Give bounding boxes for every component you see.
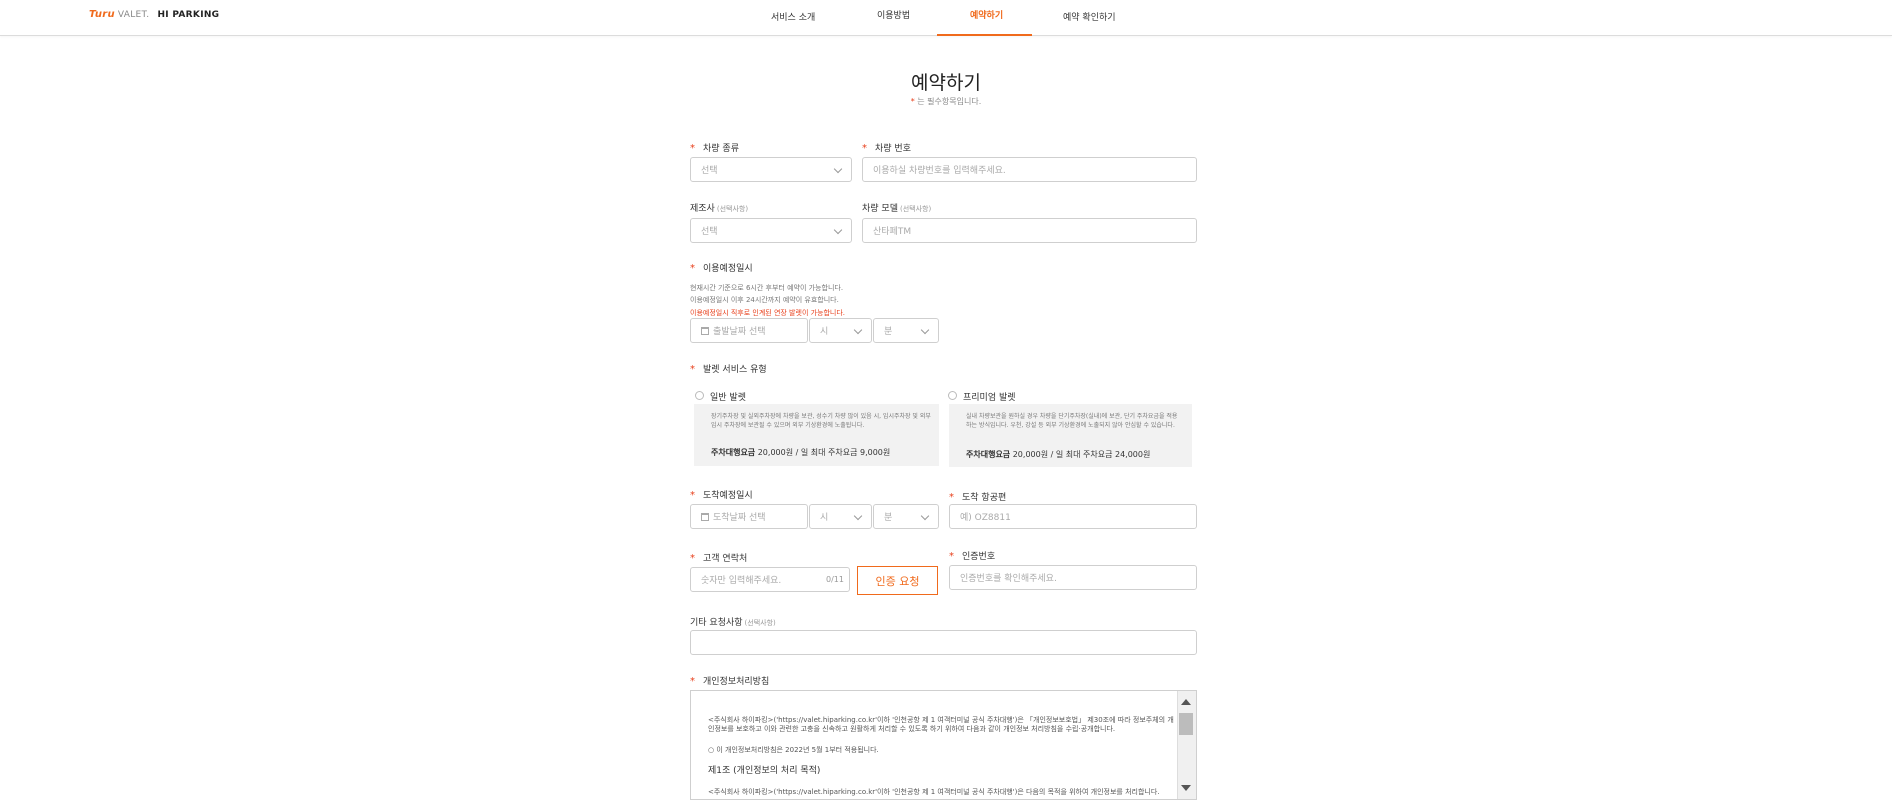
service-normal-price: 주차대행요금 20,000원 / 일 최대 주차요금 9,000원	[711, 448, 891, 457]
service-premium-label[interactable]: 프리미엄 발렛	[963, 390, 1016, 403]
privacy-scrollbar[interactable]	[1177, 691, 1196, 799]
calendar-icon	[701, 512, 709, 521]
privacy-policy-text: <주식회사 하이파킹>('https://valet.hiparking.co.…	[708, 716, 1178, 799]
required-note: * 는 필수항목입니다.	[0, 96, 1892, 107]
flight-label: * 도착 항공편	[949, 492, 1007, 503]
service-normal-box: 장기주차장 및 실외주차장에 차량을 보관, 성수기 차량 많이 있음 시, 임…	[694, 404, 939, 466]
service-normal-label[interactable]: 일반 발렛	[710, 390, 746, 403]
nav-check-reservation[interactable]: 예약 확인하기	[1063, 10, 1116, 23]
arrival-hour-select[interactable]: 시	[809, 504, 872, 529]
auth-code-label: * 인증번호	[949, 551, 996, 562]
logo-valet: VALET.	[117, 10, 150, 20]
vehicle-type-select[interactable]: 선택	[690, 157, 852, 182]
auth-request-button[interactable]: 인증 요청	[857, 566, 938, 595]
calendar-icon	[701, 326, 709, 335]
arrival-date-input[interactable]: 도착날짜 선택	[690, 504, 808, 529]
phone-label: * 고객 연락처	[690, 553, 748, 564]
nav-service-intro[interactable]: 서비스 소개	[771, 10, 815, 23]
auth-code-input[interactable]: 인증번호를 확인해주세요.	[949, 565, 1197, 590]
privacy-para-2: ○ 이 개인정보처리방침은 2022년 5월 1부터 적용됩니다.	[708, 746, 879, 754]
manufacturer-label: 제조사 (선택사항)	[690, 204, 749, 214]
page-title: 예약하기	[911, 72, 981, 94]
scroll-down-arrow-icon[interactable]	[1181, 785, 1191, 791]
logo[interactable]: Turu VALET. HI PARKING	[89, 9, 219, 20]
service-premium-radio[interactable]	[948, 391, 957, 400]
nav-reservation[interactable]: 예약하기	[970, 8, 1003, 21]
scroll-up-arrow-icon[interactable]	[1181, 699, 1191, 705]
service-premium-price: 주차대행요금 20,000원 / 일 최대 주차요금 24,000원	[966, 450, 1151, 459]
scroll-thumb[interactable]	[1179, 713, 1193, 735]
model-input[interactable]: 산타페TM	[862, 218, 1197, 243]
manufacturer-select[interactable]: 선택	[690, 218, 852, 243]
service-premium-box: 실내 차량보관을 원하실 경우 차량을 단기주차장(실내)에 보관, 단기 주차…	[949, 404, 1192, 467]
required-note-text: 는 필수항목입니다.	[914, 97, 982, 106]
privacy-heading-1: 제1조 (개인정보의 처리 목적)	[708, 766, 821, 776]
privacy-policy-box[interactable]: <주식회사 하이파킹>('https://valet.hiparking.co.…	[690, 690, 1197, 800]
service-normal-radio[interactable]	[695, 391, 704, 400]
departure-help-1: 현재시간 기준으로 6시간 후부터 예약이 가능합니다.	[690, 284, 844, 292]
arrival-label: * 도착예정일시	[690, 490, 753, 501]
departure-help-2: 이용예정일시 이후 24시간까지 예약이 유효합니다.	[690, 296, 839, 304]
privacy-label: * 개인정보처리방침	[690, 676, 770, 687]
service-type-label: * 발렛 서비스 유형	[690, 364, 767, 375]
top-header: Turu VALET. HI PARKING 서비스 소개 이용방법 예약하기 예약…	[0, 0, 1892, 36]
logo-brand: Turu	[89, 9, 115, 20]
departure-minute-select[interactable]: 분	[873, 318, 939, 343]
vehicle-number-input[interactable]: 이용하실 차량번호를 입력해주세요.	[862, 157, 1197, 182]
departure-help-warning: 이용예정일시 직후로 인계된 연장 발렛이 가능합니다.	[690, 309, 846, 317]
service-premium-desc: 실내 차량보관을 원하실 경우 차량을 단기주차장(실내)에 보관, 단기 주차…	[966, 413, 1178, 429]
privacy-para-3: <주식회사 하이파킹>('https://valet.hiparking.co.…	[708, 788, 1160, 796]
vehicle-type-label: * 차량 종류	[690, 143, 739, 154]
flight-input[interactable]: 예) OZ8811	[949, 504, 1197, 529]
service-normal-desc: 장기주차장 및 실외주차장에 차량을 보관, 성수기 차량 많이 있음 시, 임…	[711, 413, 931, 429]
arrival-minute-select[interactable]: 분	[873, 504, 939, 529]
departure-label: * 이용예정일시	[690, 263, 753, 274]
requests-label: 기타 요청사항 (선택사항)	[690, 618, 776, 628]
phone-counter: 0/11	[826, 575, 844, 584]
model-label: 차량 모델 (선택사항)	[862, 204, 932, 214]
departure-hour-select[interactable]: 시	[809, 318, 872, 343]
requests-input[interactable]	[690, 630, 1197, 655]
privacy-para-1: <주식회사 하이파킹>('https://valet.hiparking.co.…	[708, 716, 1174, 733]
logo-hiparking: HI PARKING	[157, 10, 220, 20]
vehicle-number-label: * 차량 번호	[862, 143, 911, 154]
nav-active-indicator	[937, 34, 1032, 36]
departure-date-input[interactable]: 출발날짜 선택	[690, 318, 808, 343]
nav-how-to-use[interactable]: 이용방법	[877, 8, 910, 21]
